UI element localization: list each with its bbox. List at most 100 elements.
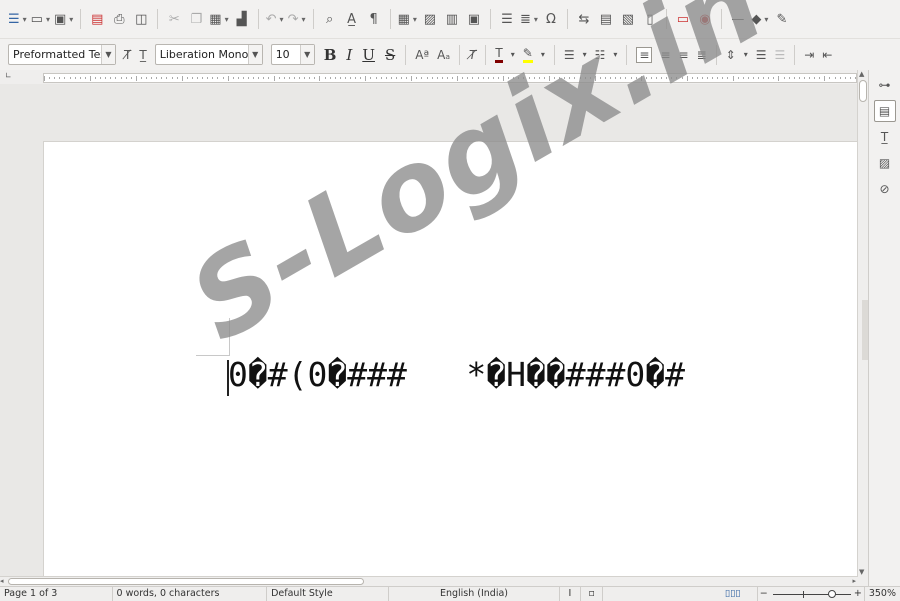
document-modified-icon: ▫ [581,586,603,601]
styles-icon[interactable]: T̲ [874,126,896,148]
ruler-tick [365,76,367,81]
italic-button[interactable]: I [346,46,352,64]
page-count[interactable]: Page 1 of 3 [0,586,113,601]
ruler-tick [89,76,91,81]
word-count[interactable]: 0 words, 0 characters [113,586,268,601]
zoom-level[interactable]: 350% [863,586,900,601]
ruler-tick [120,77,122,79]
insert-field-icon[interactable]: ≣ [520,8,538,30]
draw-icon[interactable]: ✎ [773,8,791,30]
zoom-out-button[interactable]: − [758,587,770,601]
print-icon[interactable]: ⎙ [110,8,128,30]
ruler-tick [803,77,805,79]
ruler-tick [446,77,448,79]
chevron-down-icon[interactable]: ▼ [299,45,314,64]
clear-formatting-icon[interactable]: T̸ [469,48,476,62]
new-style-icon[interactable]: T̲ [139,48,146,62]
horizontal-scroll-thumb[interactable] [8,578,364,585]
insert-chart-icon[interactable]: ▥ [443,8,461,30]
ruler-tick [258,77,260,79]
copy-icon[interactable]: ❐ [187,8,205,30]
zoom-slider-track[interactable] [772,593,851,595]
page-style[interactable]: Default Style [267,586,390,601]
chevron-down-icon[interactable]: ▼ [247,45,262,64]
ruler-tick [829,77,831,79]
insert-table-icon[interactable]: ▦ [398,8,417,30]
navigator-icon[interactable]: ⊘ [874,178,896,200]
ruler-tick [151,77,153,79]
font-name-value[interactable]: Liberation Mono [156,48,248,61]
ruler-tick [263,77,265,79]
insert-page-break-icon[interactable]: ☰ [498,8,516,30]
font-size-combo[interactable]: 10 ▼ [270,44,315,65]
clone-formatting-icon[interactable]: ▟ [233,8,251,30]
view-layout-icon[interactable]: ▯▯▯ [709,586,758,601]
paste-icon[interactable]: ▦ [209,8,228,30]
insert-textbox-icon[interactable]: ▣ [465,8,483,30]
ruler-tick [156,77,158,79]
new-document-icon[interactable]: ▭ [31,8,50,30]
ruler-tick [809,77,810,79]
spelling-icon[interactable]: A̲ [343,8,361,30]
ruler-tick [788,77,790,79]
ruler-tick [100,77,102,79]
zoom-slider[interactable] [772,589,851,599]
scroll-right-icon[interactable]: ▸ [852,577,856,585]
redo-icon[interactable]: ↷ [288,8,306,30]
undo-icon[interactable]: ↶ [266,8,284,30]
gallery-icon[interactable]: ▨ [874,152,896,174]
print-preview-icon[interactable]: ◫ [132,8,150,30]
tab-stop-icon[interactable]: ∟ [5,71,12,80]
toolbar-separator [257,9,259,29]
font-color-icon[interactable]: T [495,46,503,63]
sidebar-deck: ⊶ ▤ T̲ ▨ ⊘ [868,70,900,586]
scroll-left-icon[interactable]: ◂ [0,577,4,585]
font-name-combo[interactable]: Liberation Mono ▼ [154,44,263,65]
zoom-slider-knob[interactable] [827,589,836,598]
document-text[interactable]: 0�#(0�### *�H��###0�# [228,355,685,394]
toolbar-separator [405,44,407,65]
insert-image-icon[interactable]: ▨ [421,8,439,30]
sidebar-toggle-icon[interactable]: ☰ [8,8,27,30]
ruler-tick [844,77,846,79]
insert-mode-icon[interactable]: I [560,586,582,601]
strikethrough-button[interactable]: S [385,46,395,64]
special-character-icon[interactable]: Ω [542,8,560,30]
ruler-tick [110,77,112,79]
ruler-tick [360,77,362,79]
ruler-tick [304,77,306,79]
scroll-down-icon[interactable]: ▼ [859,568,864,576]
ruler-tick [773,77,775,79]
find-replace-icon[interactable]: ⌕ [321,8,339,30]
chevron-down-icon[interactable]: ▼ [101,45,115,64]
cut-icon[interactable]: ✂ [165,8,183,30]
font-size-value[interactable]: 10 [272,48,300,61]
toolbar-separator [794,44,796,65]
increase-indent-icon[interactable]: ⇥ [804,48,814,62]
zoom-in-button[interactable]: + [852,587,864,601]
export-pdf-icon[interactable]: ▤ [88,8,106,30]
ruler-tick [125,77,127,79]
horizontal-scrollbar[interactable]: ◂ ▸ [0,576,858,586]
ruler-tick [421,77,423,79]
scroll-up-icon[interactable]: ▲ [859,70,864,78]
ruler-tick [441,77,443,79]
ruler-tick [79,77,81,79]
underline-button[interactable]: U [362,46,375,64]
decrease-indent-icon[interactable]: ⇤ [822,48,832,62]
subscript-icon[interactable]: Aₐ [437,48,450,62]
properties-icon[interactable]: ▤ [873,100,896,122]
sidebar-menu-icon[interactable]: ⊶ [874,74,896,96]
ruler-tick [752,77,754,79]
paragraph-style-combo[interactable]: Preformatted Text ▼ [8,44,116,65]
toolbar-separator [485,44,487,65]
language[interactable]: English (India) [389,586,560,601]
save-icon[interactable]: ▣ [54,8,73,30]
status-spacer [603,587,709,601]
vertical-scroll-thumb[interactable] [859,80,867,102]
update-style-icon[interactable]: T̸ [124,48,131,62]
superscript-icon[interactable]: Aª [415,48,429,62]
formatting-marks-icon[interactable]: ¶ [365,8,383,30]
paragraph-style-value[interactable]: Preformatted Text [9,48,101,61]
bold-button[interactable]: B [324,46,337,64]
